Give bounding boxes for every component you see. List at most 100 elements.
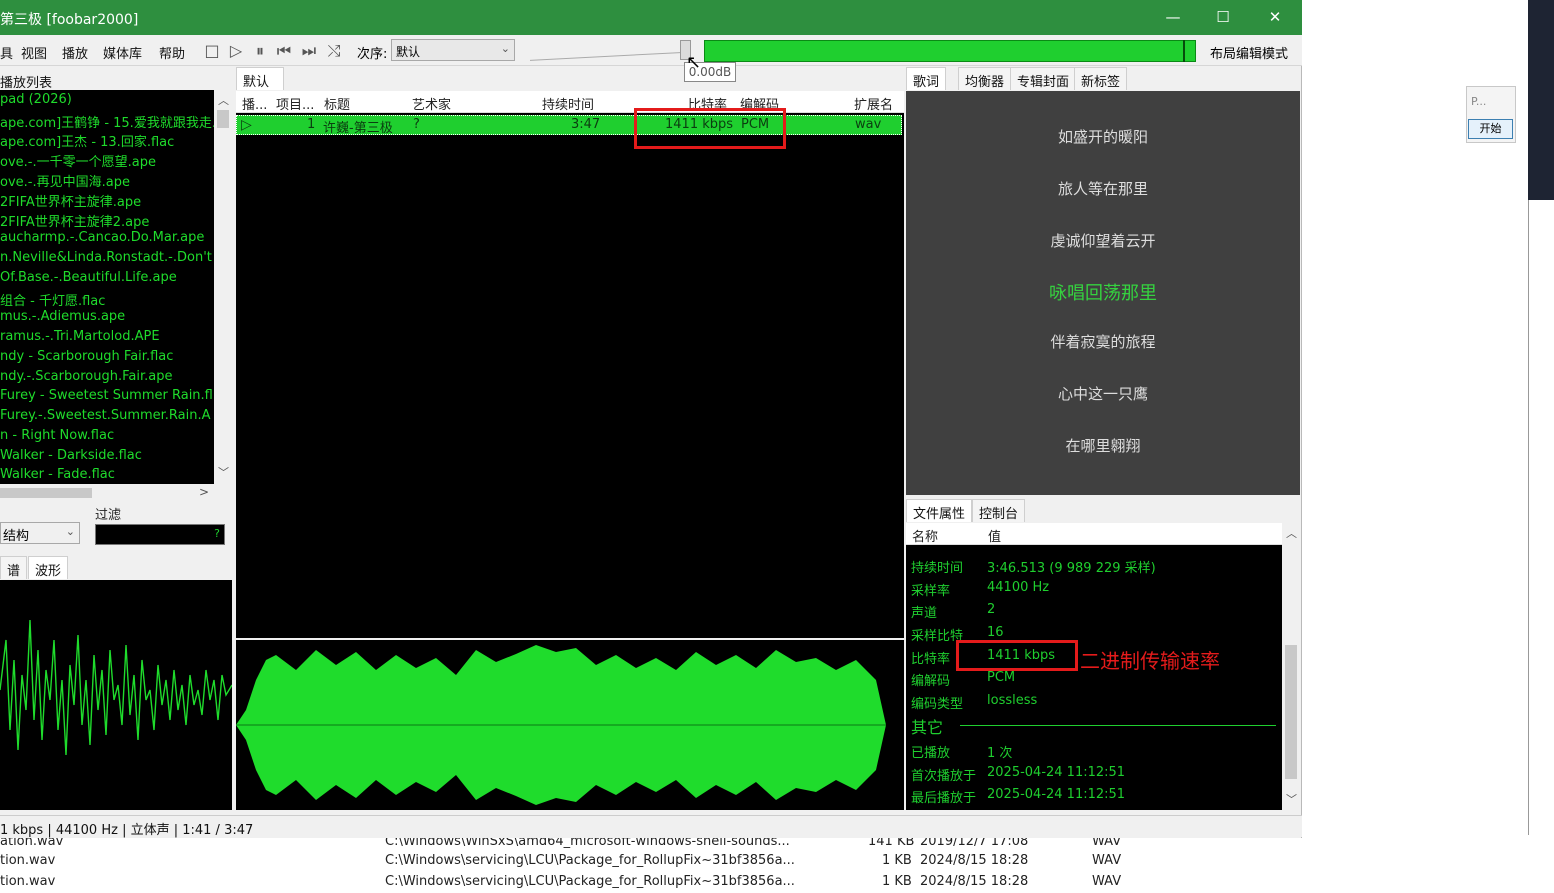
menu-media-library[interactable]: 媒体库 — [103, 43, 142, 62]
prop-value: PCM — [987, 670, 1016, 685]
properties-scrollbar[interactable]: ︿ ﹀ — [1282, 523, 1300, 810]
lyric-line: 如盛开的暖阳 — [1057, 128, 1148, 146]
col-item[interactable]: 项目... — [276, 94, 314, 113]
list-item[interactable]: 2FIFA世界杯主旋律2.ape — [0, 211, 149, 231]
title-bar[interactable]: 第三极 [foobar2000] — ☐ ✕ — [0, 0, 1302, 35]
list-item[interactable]: 2FIFA世界杯主旋律.ape — [0, 191, 141, 211]
tab-album-art[interactable]: 专辑封面 — [1010, 67, 1077, 90]
list-item[interactable]: n - Right Now.flac — [0, 428, 114, 448]
file-row[interactable]: tion.wav C:\Windows\servicing\LCU\Packag… — [0, 851, 1300, 872]
previous-icon[interactable]: ⏮ — [274, 41, 294, 61]
list-item[interactable]: aucharmp.-.Cancao.Do.Mar.ape — [0, 230, 204, 250]
close-button[interactable]: ✕ — [1252, 0, 1298, 35]
filter-input[interactable]: ? — [95, 524, 225, 545]
tab-equalizer[interactable]: 均衡器 — [958, 67, 1012, 90]
order-select[interactable]: 默认 ⌄ — [391, 39, 515, 61]
list-item[interactable]: Furey.-.Sweetest.Summer.Rain.A — [0, 408, 211, 428]
side-window — [1528, 200, 1554, 889]
current-lyric-line: 咏唱回荡那里 — [1049, 283, 1157, 304]
structure-select[interactable]: 结构 ⌄ — [0, 522, 80, 544]
prop-key: 最后播放于 — [911, 791, 977, 806]
scroll-thumb[interactable] — [0, 488, 92, 498]
file-row[interactable]: tion.wav C:\Windows\servicing\LCU\Packag… — [0, 872, 1300, 893]
mini-window-label: P... — [1471, 95, 1487, 108]
menu-playback[interactable]: 播放 — [62, 43, 88, 62]
prop-value: 44100 Hz — [987, 580, 1050, 595]
list-item[interactable]: Walker - Darkside.flac — [0, 448, 142, 468]
list-item[interactable]: Of.Base.-.Beautiful.Life.ape — [0, 270, 177, 290]
play-icon[interactable]: ▷ — [226, 41, 246, 61]
file-date: 2024/8/15 18:28 — [920, 874, 1029, 889]
list-item[interactable]: ndy - Scarborough Fair.flac — [0, 349, 173, 369]
tab-spectrum[interactable]: 谱 — [0, 556, 28, 579]
scroll-thumb[interactable] — [1285, 645, 1297, 779]
lyric-line: 心中这一只鹰 — [1057, 385, 1148, 403]
library-header-label: 播放列表 — [0, 76, 53, 91]
tab-lyrics[interactable]: 歌词 — [906, 67, 947, 90]
col-name[interactable]: 名称 — [912, 526, 938, 545]
list-item[interactable]: ndy.-.Scarborough.Fair.ape — [0, 369, 172, 389]
menu-library[interactable]: 具 — [0, 43, 13, 62]
list-item[interactable]: ove.-.一千零一个愿望.ape — [0, 151, 156, 171]
window-title: 第三极 [foobar2000] — [0, 12, 139, 28]
library-panel-header: 播放列表 — [0, 68, 232, 91]
menu-help[interactable]: 帮助 — [159, 43, 185, 62]
list-item[interactable]: ramus.-.Tri.Martolod.APE — [0, 329, 160, 349]
scroll-thumb[interactable] — [217, 110, 229, 128]
library-vertical-scrollbar[interactable]: ︿ ﹀ — [214, 90, 232, 484]
seek-bar[interactable] — [704, 40, 1196, 62]
layout-edit-mode-button[interactable]: 布局编辑模式 — [1210, 43, 1288, 62]
tab-new[interactable]: 新标签 — [1074, 67, 1128, 90]
filter-label: 过滤 — [95, 508, 122, 523]
lyric-line: 虔诚仰望着云开 — [1050, 232, 1156, 250]
properties-list[interactable]: 持续时间 3:46.513 (9 989 229 采样) 采样率 44100 H… — [906, 545, 1282, 810]
prop-value: 16 — [987, 625, 1004, 640]
tab-waveform[interactable]: 波形 — [28, 556, 69, 579]
order-label: 次序: — [357, 47, 388, 62]
menu-view[interactable]: 视图 — [21, 43, 47, 62]
scroll-down-icon[interactable]: ﹀ — [1286, 791, 1297, 807]
list-item[interactable]: 组合 - 千灯愿.flac — [0, 290, 105, 310]
library-list[interactable]: pad (2026) ape.com]王鹤铮 - 15.爱我就跟我走.f ape… — [0, 90, 214, 484]
seek-bar-marker[interactable] — [1183, 40, 1185, 62]
help-icon[interactable]: ? — [214, 527, 220, 540]
waveform-seekbar[interactable] — [236, 640, 904, 810]
list-item[interactable]: Furey - Sweetest Summer Rain.fl — [0, 388, 213, 408]
tab-console[interactable]: 控制台 — [972, 499, 1026, 522]
playlist-body[interactable] — [236, 113, 904, 638]
list-item[interactable]: mus.-.Adiemus.ape — [0, 309, 125, 329]
chevron-down-icon: ⌄ — [500, 42, 510, 55]
col-duration[interactable]: 持续时间 — [542, 94, 594, 113]
random-icon[interactable]: ⤭ — [324, 41, 344, 61]
table-row[interactable]: ▷ 1 许巍-第三极 ? 3:47 1411 kbps PCM wav — [236, 115, 902, 136]
pause-icon[interactable]: ⏸ — [250, 41, 270, 61]
list-item[interactable]: ove.-.再见中国海.ape — [0, 171, 130, 191]
status-bar: 1 kbps | 44100 Hz | 立体声 | 1:41 / 3:47 — [0, 815, 1302, 838]
list-item[interactable]: Walker - Fade.flac — [0, 467, 115, 484]
list-item[interactable]: pad (2026) — [0, 92, 72, 112]
lyric-line: 在哪里翱翔 — [1065, 437, 1141, 455]
next-icon[interactable]: ⏭ — [299, 41, 319, 61]
library-horizontal-scrollbar[interactable]: > — [0, 484, 232, 502]
col-playing[interactable]: 播... — [242, 94, 267, 113]
col-title[interactable]: 标题 — [324, 94, 350, 113]
playlist-tabs: 默认 — [236, 67, 904, 91]
list-item[interactable]: n.Neville&Linda.Ronstadt.-.Don't — [0, 250, 212, 270]
scroll-up-icon[interactable]: ︿ — [218, 92, 229, 108]
stop-icon[interactable]: □ — [202, 41, 222, 61]
list-item[interactable]: ape.com]王鹤铮 - 15.爱我就跟我走.f — [0, 112, 214, 132]
col-value[interactable]: 值 — [988, 526, 1001, 545]
col-extension[interactable]: 扩展名 — [854, 94, 893, 113]
col-artist[interactable]: 艺术家 — [412, 94, 451, 113]
maximize-button[interactable]: ☐ — [1200, 0, 1246, 35]
scroll-up-icon[interactable]: ︿ — [1286, 525, 1297, 541]
scroll-down-icon[interactable]: ﹀ — [218, 464, 229, 480]
tab-file-properties[interactable]: 文件属性 — [906, 499, 973, 522]
annotation-text: 二进制传输速率 — [1080, 649, 1220, 673]
list-item[interactable]: ape.com]王杰 - 13.回家.flac — [0, 131, 174, 151]
minimize-button[interactable]: — — [1150, 0, 1196, 35]
start-button[interactable]: 开始 — [1468, 119, 1513, 139]
waveform-oscilloscope — [0, 580, 233, 810]
tab-default-playlist[interactable]: 默认 — [236, 67, 284, 90]
scroll-right-icon[interactable]: > — [199, 485, 209, 499]
